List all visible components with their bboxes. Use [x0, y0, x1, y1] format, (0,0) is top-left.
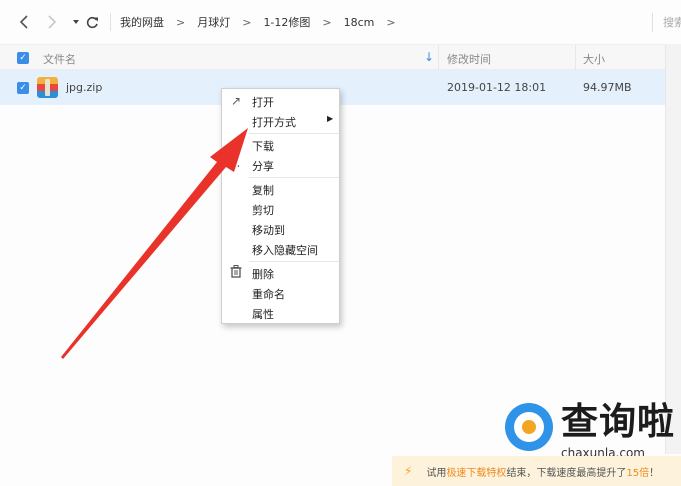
promo-bar[interactable]: ⚡ 试用 极速下载特权 结束， 下载速度最高提升了 15倍 ！ [392, 456, 681, 486]
promo-multiplier: 15倍 [626, 467, 650, 479]
promo-text: 下载速度最高提升了 [536, 467, 627, 479]
promo-prefix: 试用 [426, 467, 447, 479]
magnifier-logo-icon [505, 403, 553, 451]
promo-suffix: ！ [649, 467, 660, 479]
promo-middle: 结束， [506, 467, 537, 479]
lightning-icon: ⚡ [404, 464, 413, 478]
promo-highlight-link[interactable]: 极速下载特权 [446, 464, 506, 479]
watermark-title: 查询啦 [561, 400, 675, 443]
file-browser-window: 我的网盘 > 月球灯 > 1-12修图 > 18cm > 搜索 ✓ 文件名 ↓ … [0, 0, 681, 486]
watermark-logo: 查询啦 chaxunla.com [505, 400, 681, 464]
